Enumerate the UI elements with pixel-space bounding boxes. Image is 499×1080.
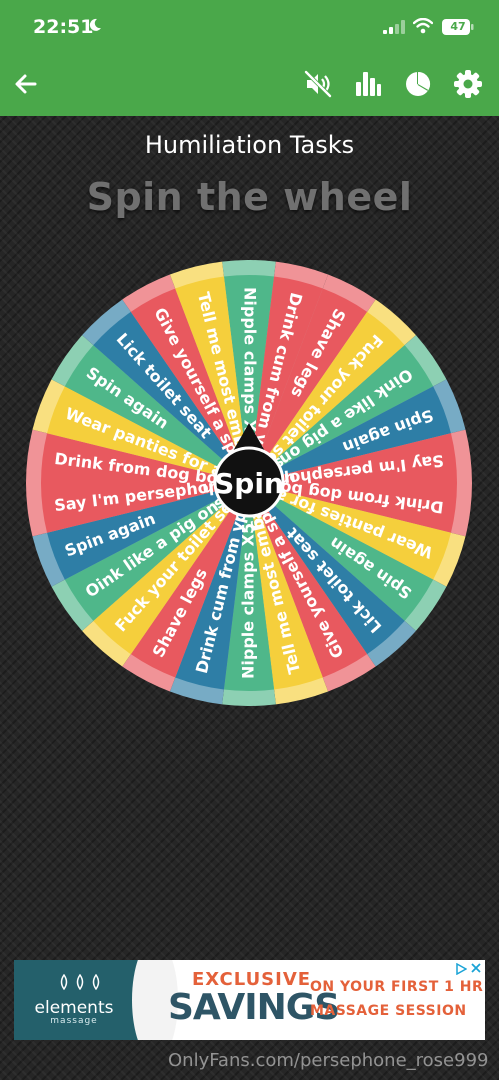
pie-chart-icon[interactable] bbox=[402, 68, 434, 100]
spin-button-label: Spin bbox=[214, 467, 284, 500]
spin-heading: Spin the wheel bbox=[86, 175, 413, 219]
ad-brand: elements bbox=[34, 998, 114, 1018]
leaf-logo-icon bbox=[60, 974, 100, 990]
ad-offer: ON YOUR FIRST 1 HR MASSAGE SESSION bbox=[310, 975, 483, 1023]
ad-brand-sub: massage bbox=[50, 1016, 98, 1026]
ad-offer-line-2: MASSAGE SESSION bbox=[310, 1003, 467, 1019]
sound-off-icon[interactable] bbox=[302, 68, 334, 100]
gear-icon[interactable] bbox=[452, 68, 484, 100]
app-bar bbox=[0, 56, 499, 116]
back-arrow-icon[interactable] bbox=[10, 68, 42, 100]
wheel-title: Humiliation Tasks bbox=[144, 131, 355, 159]
close-icon[interactable] bbox=[470, 962, 482, 974]
battery-level: 47 bbox=[450, 20, 466, 33]
spin-wheel[interactable]: Nipple clamps X5Drink cum from your hand… bbox=[26, 260, 472, 706]
bar-chart-icon[interactable] bbox=[352, 68, 384, 100]
watermark: OnlyFans.com/persephone_rose999 bbox=[168, 1050, 489, 1071]
ad-offer-line-1: ON YOUR FIRST 1 HR bbox=[310, 979, 484, 995]
wifi-icon bbox=[413, 18, 433, 34]
moon-icon bbox=[89, 18, 101, 31]
status-time: 22:51 bbox=[33, 16, 94, 38]
status-bar: 22:51 47 bbox=[0, 0, 499, 56]
signal-icon bbox=[383, 20, 405, 34]
ad-choices-icon[interactable] bbox=[455, 963, 467, 975]
ad-banner[interactable]: elements massage EXCLUSIVE SAVINGS ON YO… bbox=[14, 960, 485, 1040]
